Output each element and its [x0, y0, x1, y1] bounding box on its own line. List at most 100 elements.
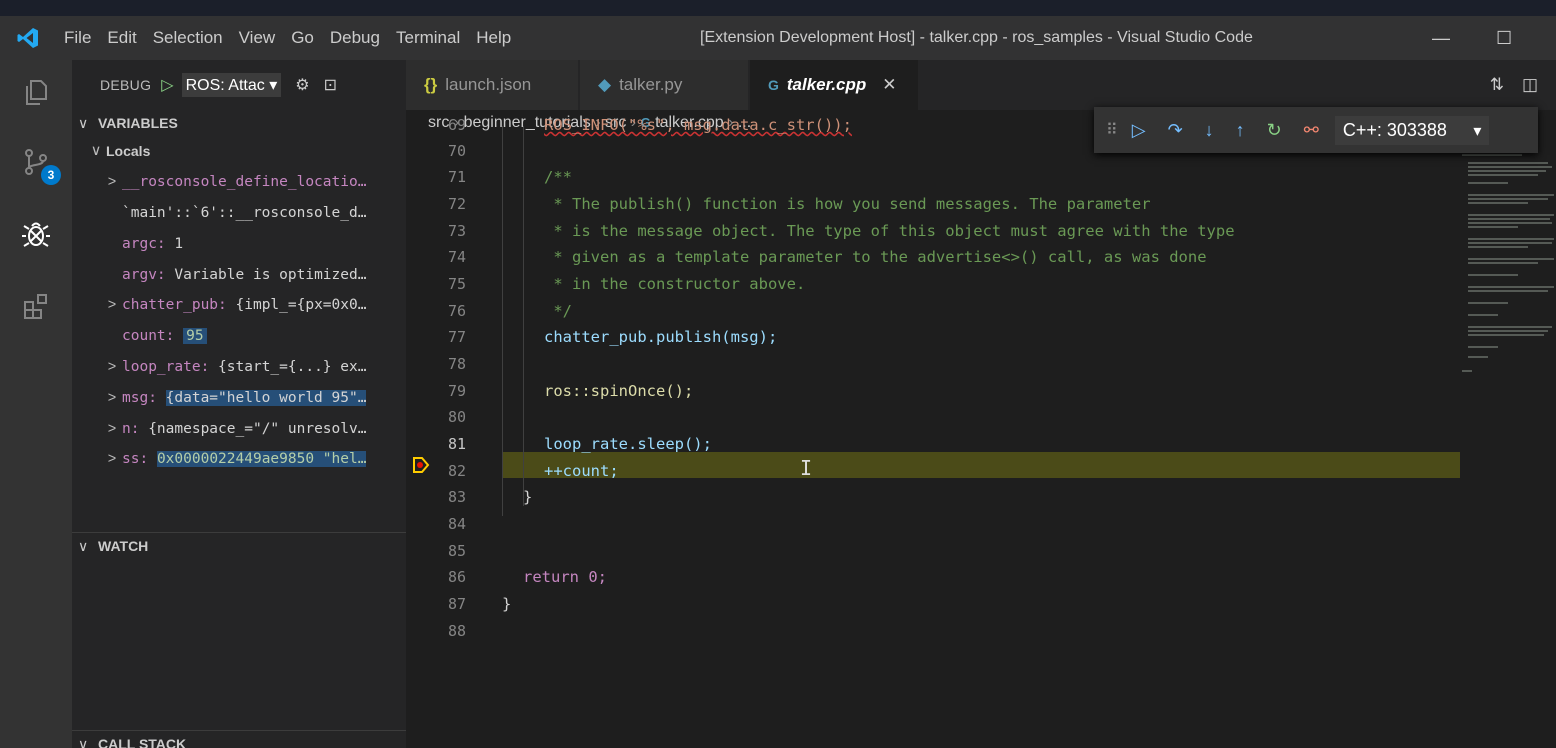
variable-value: 1	[174, 235, 184, 252]
step-over-icon[interactable]: ↷	[1168, 120, 1183, 141]
variable-value: {start_={...} ex…	[218, 358, 367, 375]
python-icon: ◆	[598, 75, 612, 94]
code-line: }	[523, 488, 533, 506]
tab-talker-py[interactable]: ◆ talker.py	[580, 60, 748, 110]
line-number: 88	[447, 622, 466, 640]
chevron-right-icon: >	[107, 174, 117, 191]
execution-pointer-icon[interactable]	[412, 456, 430, 474]
indent-guide	[523, 126, 524, 506]
restart-icon[interactable]: ↻	[1267, 120, 1282, 141]
disconnect-icon[interactable]: ⚯	[1304, 120, 1319, 141]
code-line: * in the constructor above.	[544, 275, 806, 293]
tab-launch-json[interactable]: {} launch.json	[406, 60, 578, 110]
gear-icon[interactable]: ⚙	[295, 75, 309, 95]
continue-icon[interactable]: ▷	[1132, 120, 1146, 141]
code-line: * is the message object. The type of thi…	[544, 222, 1235, 240]
debug-sidebar: DEBUG ▷ ROS: Attac ▾ ⚙ ⊡ ∨ VARIABLES ∨ L…	[72, 60, 406, 748]
callstack-header[interactable]: ∨ CALL STACK	[72, 731, 406, 748]
menu-file[interactable]: File	[56, 16, 99, 60]
tab-talker-cpp[interactable]: G talker.cpp ✕	[750, 60, 918, 110]
variable-row[interactable]: argv: Variable is optimized…	[72, 259, 406, 290]
variables-header[interactable]: ∨ VARIABLES	[72, 110, 406, 136]
current-line-highlight	[502, 452, 1460, 478]
debug-icon[interactable]	[0, 205, 72, 265]
chevron-right-icon: >	[107, 297, 117, 314]
start-debug-icon[interactable]: ▷	[161, 75, 173, 95]
chevron-down-icon: ∨	[78, 114, 89, 131]
variable-row[interactable]: > chatter_pub: {impl_={px=0x0…	[72, 290, 406, 321]
split-editor-icon[interactable]: ◫	[1522, 75, 1538, 95]
variable-row[interactable]: > msg: {data="hello world 95"…	[72, 382, 406, 413]
line-number: 84	[447, 515, 466, 533]
menu-selection[interactable]: Selection	[145, 16, 231, 60]
menu-go[interactable]: Go	[283, 16, 322, 60]
variable-name: chatter_pub:	[122, 297, 227, 314]
line-number: 82	[447, 462, 466, 480]
line-number: 69	[447, 116, 466, 134]
title-bar: File Edit Selection View Go Debug Termin…	[0, 16, 1556, 60]
line-number: 87	[447, 595, 466, 613]
source-control-icon[interactable]	[0, 132, 72, 192]
menu-view[interactable]: View	[231, 16, 284, 60]
maximize-icon[interactable]: ☐	[1496, 16, 1512, 60]
line-number: 76	[447, 302, 466, 320]
variable-name: argc:	[122, 235, 166, 252]
scm-badge: 3	[41, 165, 61, 185]
variable-row[interactable]: > ss: 0x0000022449ae9850 "hel…	[72, 444, 406, 475]
code-line: return 0;	[523, 568, 607, 586]
menu-debug[interactable]: Debug	[322, 16, 388, 60]
debug-console-icon[interactable]: ⊡	[324, 75, 337, 95]
chevron-down-icon: ∨	[90, 143, 102, 160]
debug-session-select[interactable]: C++: 303388 ▾	[1334, 115, 1490, 145]
line-number: 75	[447, 275, 466, 293]
variable-row[interactable]: count: 95	[72, 321, 406, 352]
minimap[interactable]	[1460, 150, 1556, 390]
code-line: */	[544, 302, 572, 320]
variable-row[interactable]: argc: 1	[72, 228, 406, 259]
menu-help[interactable]: Help	[468, 16, 519, 60]
watch-header[interactable]: ∨ WATCH	[72, 533, 406, 559]
vscode-logo-icon	[0, 16, 56, 60]
locals-label: Locals	[106, 143, 151, 160]
debug-config-select[interactable]: ROS: Attac ▾	[181, 73, 282, 97]
variable-name: argv:	[122, 266, 166, 283]
code-line: }	[502, 595, 512, 613]
menu-edit[interactable]: Edit	[99, 16, 144, 60]
variable-row[interactable]: `main'::`6'::__rosconsole_d…	[72, 198, 406, 229]
variables-title: VARIABLES	[98, 115, 178, 131]
menu-terminal[interactable]: Terminal	[388, 16, 468, 60]
explorer-icon[interactable]	[0, 62, 72, 122]
locals-scope[interactable]: ∨ Locals	[72, 136, 406, 167]
variable-row[interactable]: > __rosconsole_define_locatio…	[72, 167, 406, 198]
extensions-icon[interactable]	[0, 276, 72, 336]
code-line: ++count;	[544, 462, 619, 480]
line-number: 81	[447, 435, 466, 453]
variable-name: n:	[122, 420, 140, 437]
close-icon[interactable]: ✕	[882, 75, 896, 95]
variable-name: ss:	[122, 451, 149, 468]
line-number: 73	[447, 222, 466, 240]
variable-value: 95	[183, 328, 207, 345]
variable-row[interactable]: > n: {namespace_="/" unresolv…	[72, 413, 406, 444]
variable-value: {data="hello world 95"…	[165, 389, 367, 406]
line-number: 78	[447, 355, 466, 373]
drag-handle-icon[interactable]: ⠿	[1106, 120, 1118, 140]
variable-row[interactable]: > loop_rate: {start_={...} ex…	[72, 352, 406, 383]
tab-label: launch.json	[445, 75, 532, 94]
code-editor[interactable]: src › beginner_tutorials › src › G talke…	[406, 110, 1556, 748]
open-changes-icon[interactable]: ⇅	[1490, 75, 1504, 95]
variable-value: 0x0000022449ae9850 "hel…	[156, 451, 367, 468]
line-number: 79	[447, 382, 466, 400]
chevron-right-icon: >	[107, 358, 117, 375]
code-line: loop_rate.sleep();	[544, 435, 712, 453]
code-line: chatter_pub.publish(msg);	[544, 328, 778, 346]
line-number: 77	[447, 328, 466, 346]
step-into-icon[interactable]: ↓	[1205, 120, 1214, 141]
json-icon: {}	[424, 75, 438, 94]
step-out-icon[interactable]: ↑	[1236, 120, 1245, 141]
line-number: 71	[447, 168, 466, 186]
line-number: 83	[447, 488, 466, 506]
variable-name: `main'::`6'::__rosconsole_d…	[122, 204, 367, 221]
minimize-icon[interactable]: —	[1432, 16, 1450, 60]
cpp-icon: G	[768, 77, 779, 93]
